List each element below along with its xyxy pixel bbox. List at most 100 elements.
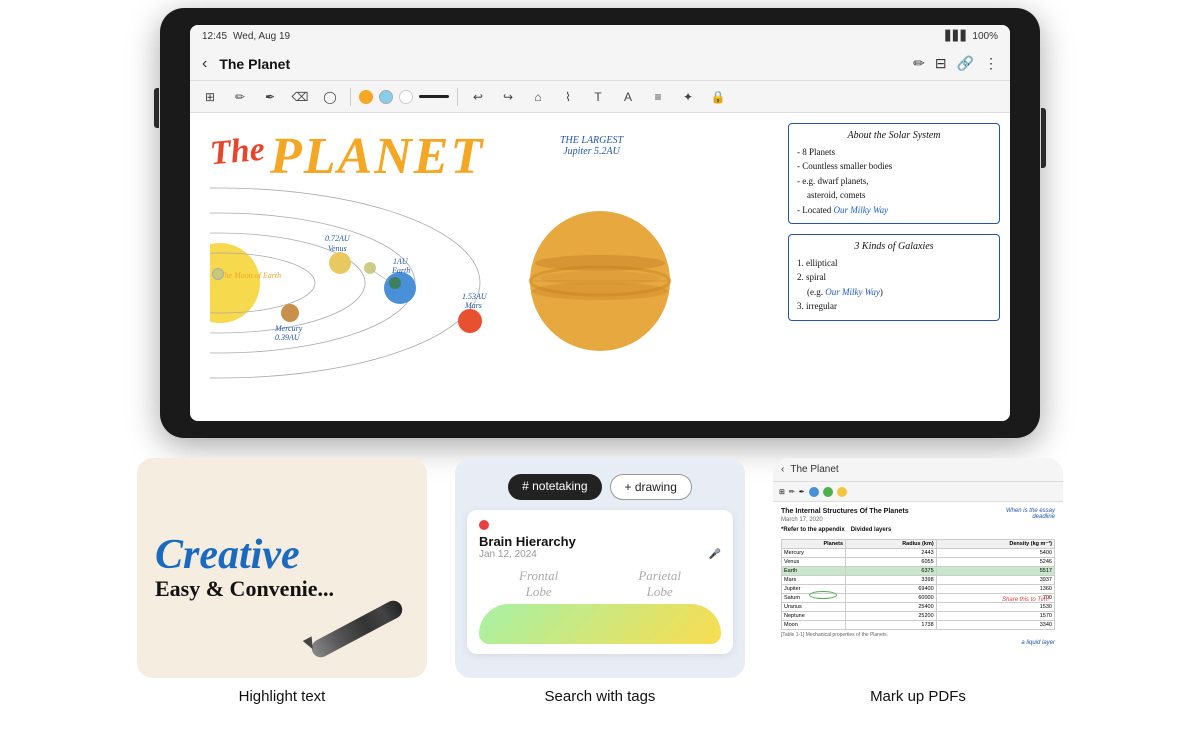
markup-doc-date: March 17, 2020 [781, 517, 909, 523]
tablet-bumper-right [1041, 108, 1046, 168]
toolbar-sep2 [457, 88, 458, 106]
tool-anchor[interactable]: ⌇ [556, 85, 580, 109]
color-orange[interactable] [359, 90, 373, 104]
svg-text:0.39AU: 0.39AU [275, 333, 301, 342]
tool-list[interactable]: ≡ [646, 85, 670, 109]
search-label: Search with tags [545, 688, 656, 705]
tool-annotation[interactable]: A [616, 85, 640, 109]
brain-shape [479, 604, 721, 644]
search-bg: # notetaking + drawing Brain Hierarchy J… [455, 458, 745, 678]
highlight-bg: Creative Easy & Convenie... [137, 458, 427, 678]
tablet-device: 12:45 Wed, Aug 19 ▋▋▋ 100% ‹ The Planet … [160, 8, 1040, 438]
share-annotation: Share this to Tim! [1002, 597, 1049, 603]
markup-nav: ‹ The Planet [773, 458, 1063, 482]
solar-line3: - e.g. dwarf planets, [797, 174, 991, 188]
solar-line2: - Countless smaller bodies [797, 159, 991, 173]
solar-line1: - 8 Planets [797, 145, 991, 159]
tag-notetaking[interactable]: # notetaking [508, 474, 601, 500]
status-signal: ▋▋▋ [945, 31, 968, 42]
svg-text:Venus: Venus [328, 244, 347, 253]
solar-system-box: About the Solar System - 8 Planets - Cou… [788, 123, 1000, 224]
status-date: Wed, Aug 19 [233, 31, 290, 42]
markup-ref-note: *Refer to the appendix [781, 527, 845, 533]
easy-text: Easy & Convenie... [155, 576, 334, 602]
status-bar: 12:45 Wed, Aug 19 ▋▋▋ 100% [190, 25, 1010, 47]
galaxy-line4: 3. irregular [797, 299, 991, 313]
tool-star[interactable]: ✦ [676, 85, 700, 109]
galaxies-box: 3 Kinds of Galaxies 1. elliptical 2. spi… [788, 234, 1000, 321]
color-blue[interactable] [379, 90, 393, 104]
tag-drawing[interactable]: + drawing [610, 474, 692, 500]
svg-text:0.72AU: 0.72AU [325, 234, 351, 243]
tool-home[interactable]: ⌂ [526, 85, 550, 109]
edit-icon[interactable]: ✏ [913, 55, 925, 72]
back-button[interactable]: ‹ [202, 55, 207, 73]
tool-redo[interactable]: ↪ [496, 85, 520, 109]
largest-label: THE LARGESTJupiter 5.2AU [560, 135, 623, 157]
nav-bar: ‹ The Planet ✏ ⊟ 🔗 ⋮ [190, 47, 1010, 81]
markup-color-yellow [837, 487, 847, 497]
tablet-screen: 12:45 Wed, Aug 19 ▋▋▋ 100% ‹ The Planet … [190, 25, 1010, 421]
more-icon[interactable]: ⋮ [984, 55, 998, 72]
tool-lasso[interactable]: ◯ [318, 85, 342, 109]
markup-bg: ‹ The Planet ⊞ ✏ ✒ The Internal Str [773, 458, 1063, 678]
tag-row: # notetaking + drawing [508, 474, 692, 500]
markup-color-blue [809, 487, 819, 497]
layout-icon[interactable]: ⊟ [935, 55, 947, 72]
markup-doc-title: The Internal Structures Of The Planets [781, 508, 909, 515]
galaxies-title: 3 Kinds of Galaxies [797, 241, 991, 252]
link-icon[interactable]: 🔗 [957, 55, 974, 72]
svg-text:Mercury: Mercury [274, 324, 303, 333]
note-lobes: FrontalLobe ParietalLobe [479, 568, 721, 600]
toolbar: ⊞ ✏ ✒ ⌫ ◯ ↩ ↪ ⌂ ⌇ T A ≡ ✦ 🔒 [190, 81, 1010, 113]
status-left: 12:45 Wed, Aug 19 [202, 31, 290, 42]
parietal-lobe: ParietalLobe [638, 568, 681, 600]
solar-system-title: About the Solar System [797, 130, 991, 141]
status-right: ▋▋▋ 100% [945, 31, 998, 42]
markup-label: Mark up PDFs [870, 688, 966, 705]
bottom-section: Creative Easy & Convenie... Highlight te… [0, 438, 1200, 715]
note-area: The PLANET THE LARGESTJupiter 5.2AU Merc… [190, 113, 1010, 421]
markup-back-icon: ‹ [781, 464, 784, 475]
tool-text[interactable]: T [586, 85, 610, 109]
circle-annotation [809, 591, 837, 599]
markup-tool3: ✒ [799, 488, 805, 496]
markup-handwritten: When is the essay deadline [985, 508, 1055, 520]
tool-grid[interactable]: ⊞ [198, 85, 222, 109]
svg-text:1.53AU: 1.53AU [462, 292, 488, 301]
orbit-diagram: Mercury 0.39AU Venus 0.72AU Earth 1AU [210, 173, 710, 393]
tool-pen[interactable]: ✏ [228, 85, 252, 109]
feature-highlight: Creative Easy & Convenie... Highlight te… [137, 458, 427, 705]
note-canvas[interactable]: The PLANET THE LARGESTJupiter 5.2AU Merc… [190, 113, 780, 421]
tool-undo[interactable]: ↩ [466, 85, 490, 109]
note-title: The Planet [219, 56, 290, 72]
title-the: The [208, 131, 266, 174]
pen-width[interactable] [419, 95, 449, 98]
solar-line5: - Located Our Milky Way [797, 203, 991, 217]
markup-toolbar: ⊞ ✏ ✒ [773, 482, 1063, 502]
status-battery: 100% [972, 31, 998, 42]
svg-text:Earth: Earth [391, 266, 410, 275]
markup-tool1: ⊞ [779, 488, 785, 496]
stylus-body [309, 598, 406, 661]
markup-content: The Internal Structures Of The Planets M… [773, 502, 1063, 678]
markup-footer: [Table 1-1] Mechanical properties of the… [781, 632, 1055, 638]
color-white[interactable] [399, 90, 413, 104]
tablet-bumper-left [154, 88, 159, 128]
note-sidebar: About the Solar System - 8 Planets - Cou… [780, 113, 1010, 421]
moon-label: The Moon of Earth [220, 271, 281, 280]
galaxy-line2: 2. spiral [797, 270, 991, 284]
feature-markup: ‹ The Planet ⊞ ✏ ✒ The Internal Str [773, 458, 1063, 705]
markup-tool2: ✏ [789, 488, 795, 496]
markup-thumb: ‹ The Planet ⊞ ✏ ✒ The Internal Str [773, 458, 1063, 678]
tool-lock[interactable]: 🔒 [706, 85, 730, 109]
tool-eraser[interactable]: ⌫ [288, 85, 312, 109]
mic-icon: 🎤 [709, 549, 721, 560]
tool-pencil[interactable]: ✒ [258, 85, 282, 109]
markup-color-green [823, 487, 833, 497]
status-time: 12:45 [202, 31, 227, 42]
galaxy-line3: (e.g. Our Milky Way) [797, 285, 991, 299]
note-card-date: Jan 12, 2024 🎤 [479, 549, 721, 560]
svg-text:Mars: Mars [464, 301, 482, 310]
nav-icons: ✏ ⊟ 🔗 ⋮ [913, 55, 998, 72]
